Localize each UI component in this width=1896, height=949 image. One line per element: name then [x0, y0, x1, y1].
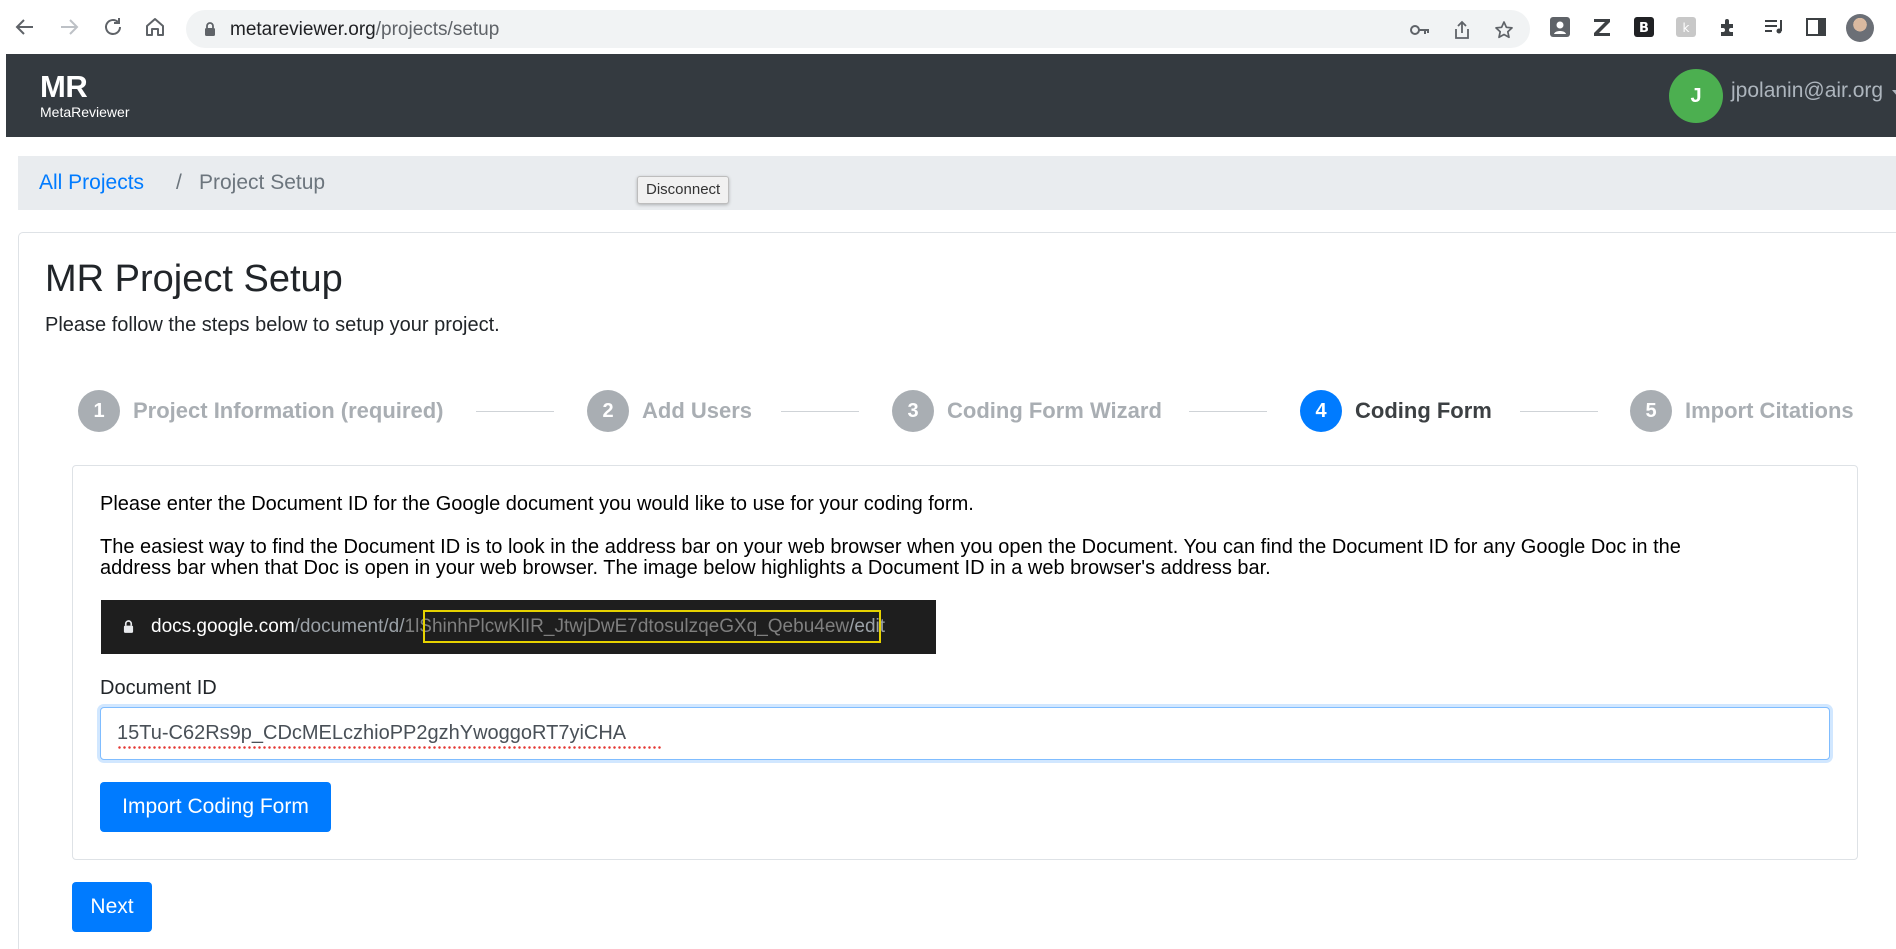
document-id-input[interactable]: [100, 707, 1830, 760]
breadcrumb-all-projects-link[interactable]: All Projects: [39, 171, 144, 195]
back-icon[interactable]: [12, 14, 38, 40]
browser-toolbar: metareviewer.org/projects/setup B k: [0, 0, 1896, 54]
brand-short: MR: [40, 69, 88, 104]
brand-name: MetaReviewer: [40, 104, 130, 120]
lock-icon: [123, 620, 134, 633]
step-number: 5: [1630, 390, 1672, 432]
step-label: Coding Form Wizard: [947, 398, 1162, 423]
step-connector: [781, 411, 859, 412]
step-label: Import Citations: [1685, 398, 1854, 423]
step-coding-form[interactable]: 4 Coding Form: [1300, 390, 1492, 432]
step-connector: [1189, 411, 1267, 412]
caret-down-icon[interactable]: [1892, 90, 1896, 97]
breadcrumb-current: Project Setup: [199, 171, 326, 194]
step-coding-form-wizard[interactable]: 3 Coding Form Wizard: [892, 390, 1162, 432]
help-text-line-1: The easiest way to find the Document ID …: [100, 536, 1681, 558]
address-url: metareviewer.org/projects/setup: [230, 19, 500, 40]
extension-k-icon[interactable]: k: [1674, 15, 1698, 39]
forward-icon[interactable]: [56, 14, 82, 40]
breadcrumb-separator: /: [176, 171, 182, 194]
extension-b-icon[interactable]: B: [1632, 15, 1656, 39]
share-icon[interactable]: [1452, 20, 1472, 40]
help-text-line-2: address bar when that Doc is open in you…: [100, 557, 1271, 579]
svg-text:B: B: [1639, 21, 1649, 36]
reload-icon[interactable]: [100, 14, 126, 40]
side-panel-icon[interactable]: [1804, 15, 1828, 39]
step-label: Coding Form: [1355, 398, 1492, 423]
step-label: Add Users: [642, 398, 753, 423]
step-connector: [476, 411, 554, 412]
page-subtitle: Please follow the steps below to setup y…: [45, 314, 500, 336]
step-number: 4: [1300, 390, 1342, 432]
step-add-users[interactable]: 2 Add Users: [587, 390, 752, 432]
step-connector: [1520, 411, 1598, 412]
browser-profile-avatar[interactable]: [1846, 14, 1874, 42]
extensions-puzzle-icon[interactable]: [1716, 15, 1740, 39]
extension-contacts-icon[interactable]: [1548, 15, 1572, 39]
reading-list-icon[interactable]: [1762, 15, 1786, 39]
user-menu-toggle[interactable]: jpolanin@air.org: [1731, 79, 1883, 103]
intro-text: Please enter the Document ID for the Goo…: [100, 493, 974, 515]
step-label: Project Information (required): [133, 398, 444, 423]
document-id-label: Document ID: [100, 677, 217, 699]
step-import-citations[interactable]: 5 Import Citations: [1630, 390, 1854, 432]
step-number: 3: [892, 390, 934, 432]
step-number: 2: [587, 390, 629, 432]
disconnect-tooltip: Disconnect: [637, 176, 730, 204]
extension-zotero-icon[interactable]: [1590, 15, 1614, 39]
key-icon[interactable]: [1410, 20, 1430, 40]
svg-text:k: k: [1683, 21, 1690, 35]
user-avatar[interactable]: J: [1669, 69, 1723, 123]
document-id-example-image: docs.google.com/document/d/1lShinhPlcwKl…: [101, 600, 936, 654]
address-bar[interactable]: metareviewer.org/projects/setup: [186, 10, 1530, 48]
lock-icon: [205, 22, 215, 36]
breadcrumb: All Projects / Project Setup: [18, 156, 1896, 210]
import-coding-form-button[interactable]: Import Coding Form: [100, 782, 331, 832]
coding-form-panel: [72, 465, 1858, 860]
document-id-highlight: [423, 610, 881, 643]
app-navbar: MR MetaReviewer J jpolanin@air.org: [6, 54, 1896, 137]
home-icon[interactable]: [142, 14, 168, 40]
next-button[interactable]: Next: [72, 882, 152, 932]
step-number: 1: [78, 390, 120, 432]
step-project-information[interactable]: 1 Project Information (required): [78, 390, 443, 432]
bookmark-star-icon[interactable]: [1494, 20, 1514, 40]
page-title: MR Project Setup: [45, 258, 343, 300]
brand-logo[interactable]: MR MetaReviewer: [40, 69, 130, 120]
